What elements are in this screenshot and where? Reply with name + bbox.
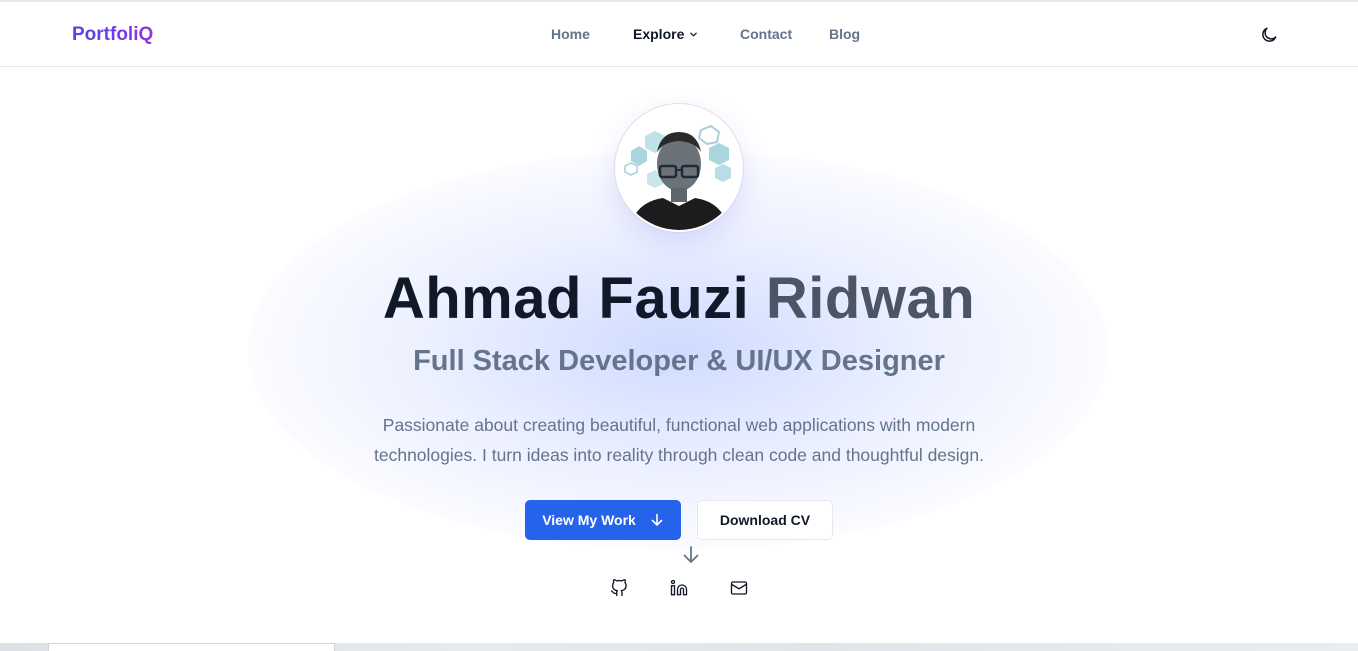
- linkedin-icon[interactable]: [670, 579, 688, 597]
- avatar-photo: [617, 106, 741, 230]
- moon-icon[interactable]: [1259, 25, 1279, 45]
- mail-icon[interactable]: [730, 579, 748, 597]
- hero-name: Ahmad Fauzi Ridwan: [0, 266, 1358, 332]
- hero-role: Full Stack Developer & UI/UX Designer: [413, 345, 945, 377]
- nav-home[interactable]: Home: [551, 26, 590, 42]
- avatar: [615, 104, 743, 232]
- hero-description: Passionate about creating beautiful, fun…: [374, 415, 984, 465]
- hero-name-first: Ahmad Fauzi: [382, 266, 750, 331]
- next-section-card: [48, 643, 335, 651]
- nav-explore-label: Explore: [633, 26, 685, 42]
- scroll-down-arrow-icon[interactable]: [681, 545, 701, 565]
- nav-contact[interactable]: Contact: [740, 26, 792, 42]
- view-my-work-label: View My Work: [542, 512, 636, 528]
- arrow-down-icon: [651, 513, 663, 526]
- nav-explore[interactable]: Explore: [633, 26, 698, 42]
- hero-name-last: Ridwan: [765, 266, 976, 331]
- view-my-work-button[interactable]: View My Work: [525, 500, 681, 540]
- brand-logo[interactable]: PortfoliQ: [72, 24, 153, 46]
- nav-blog[interactable]: Blog: [829, 26, 860, 42]
- github-icon[interactable]: [610, 579, 628, 597]
- chevron-down-icon: [690, 32, 698, 36]
- navbar: PortfoliQ Home Explore Contact Blog: [0, 2, 1358, 67]
- download-cv-button[interactable]: Download CV: [697, 500, 833, 540]
